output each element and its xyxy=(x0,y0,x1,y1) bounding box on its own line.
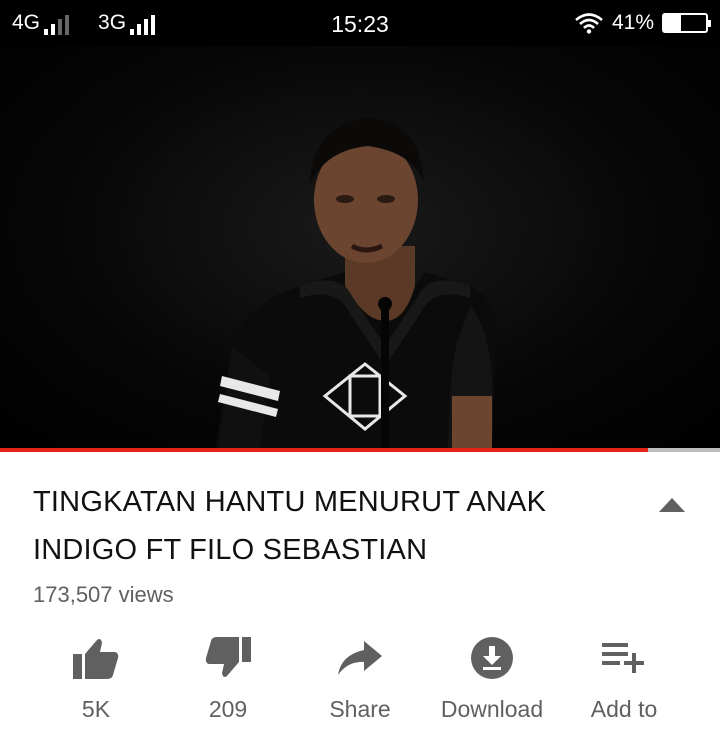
battery-icon xyxy=(662,13,711,33)
video-progress-played xyxy=(0,448,648,452)
battery-level xyxy=(664,15,682,31)
like-count: 5K xyxy=(81,696,111,722)
share-label: Share xyxy=(329,696,391,722)
thumbs-up-icon xyxy=(73,639,119,679)
chevron-up-icon xyxy=(659,498,685,512)
video-frame xyxy=(215,118,498,448)
wifi-icon xyxy=(575,13,603,34)
status-right: 41% xyxy=(574,0,711,46)
download-label: Download xyxy=(440,696,544,722)
share-button[interactable]: Share xyxy=(294,628,426,728)
like-button[interactable]: 5K xyxy=(30,628,162,728)
video-title-container: TINGKATAN HANTU MENURUT ANAK INDIGO FT F… xyxy=(33,478,633,574)
add-to-playlist-button[interactable]: Add to xyxy=(558,628,690,728)
share-icon xyxy=(338,641,382,675)
status-bar: 4G 3G 15:23 41% xyxy=(0,0,720,46)
video-title: TINGKATAN HANTU MENURUT ANAK INDIGO FT F… xyxy=(33,486,547,566)
view-count: 173,507 views xyxy=(33,582,174,607)
video-progress-bar[interactable] xyxy=(0,448,720,452)
video-player[interactable] xyxy=(0,46,720,448)
dislike-button[interactable]: 209 xyxy=(162,628,294,728)
thumbs-down-icon xyxy=(205,637,251,677)
download-button[interactable]: Download xyxy=(426,628,558,728)
dislike-count: 209 xyxy=(208,696,248,722)
battery-percent: 41% xyxy=(611,11,654,34)
collapse-description-button[interactable] xyxy=(652,490,692,520)
add-to-label: Add to xyxy=(590,696,658,722)
add-to-playlist-icon xyxy=(602,643,644,673)
download-icon xyxy=(471,637,513,679)
action-bar: 5K 209 Share Download Add to xyxy=(30,628,690,728)
